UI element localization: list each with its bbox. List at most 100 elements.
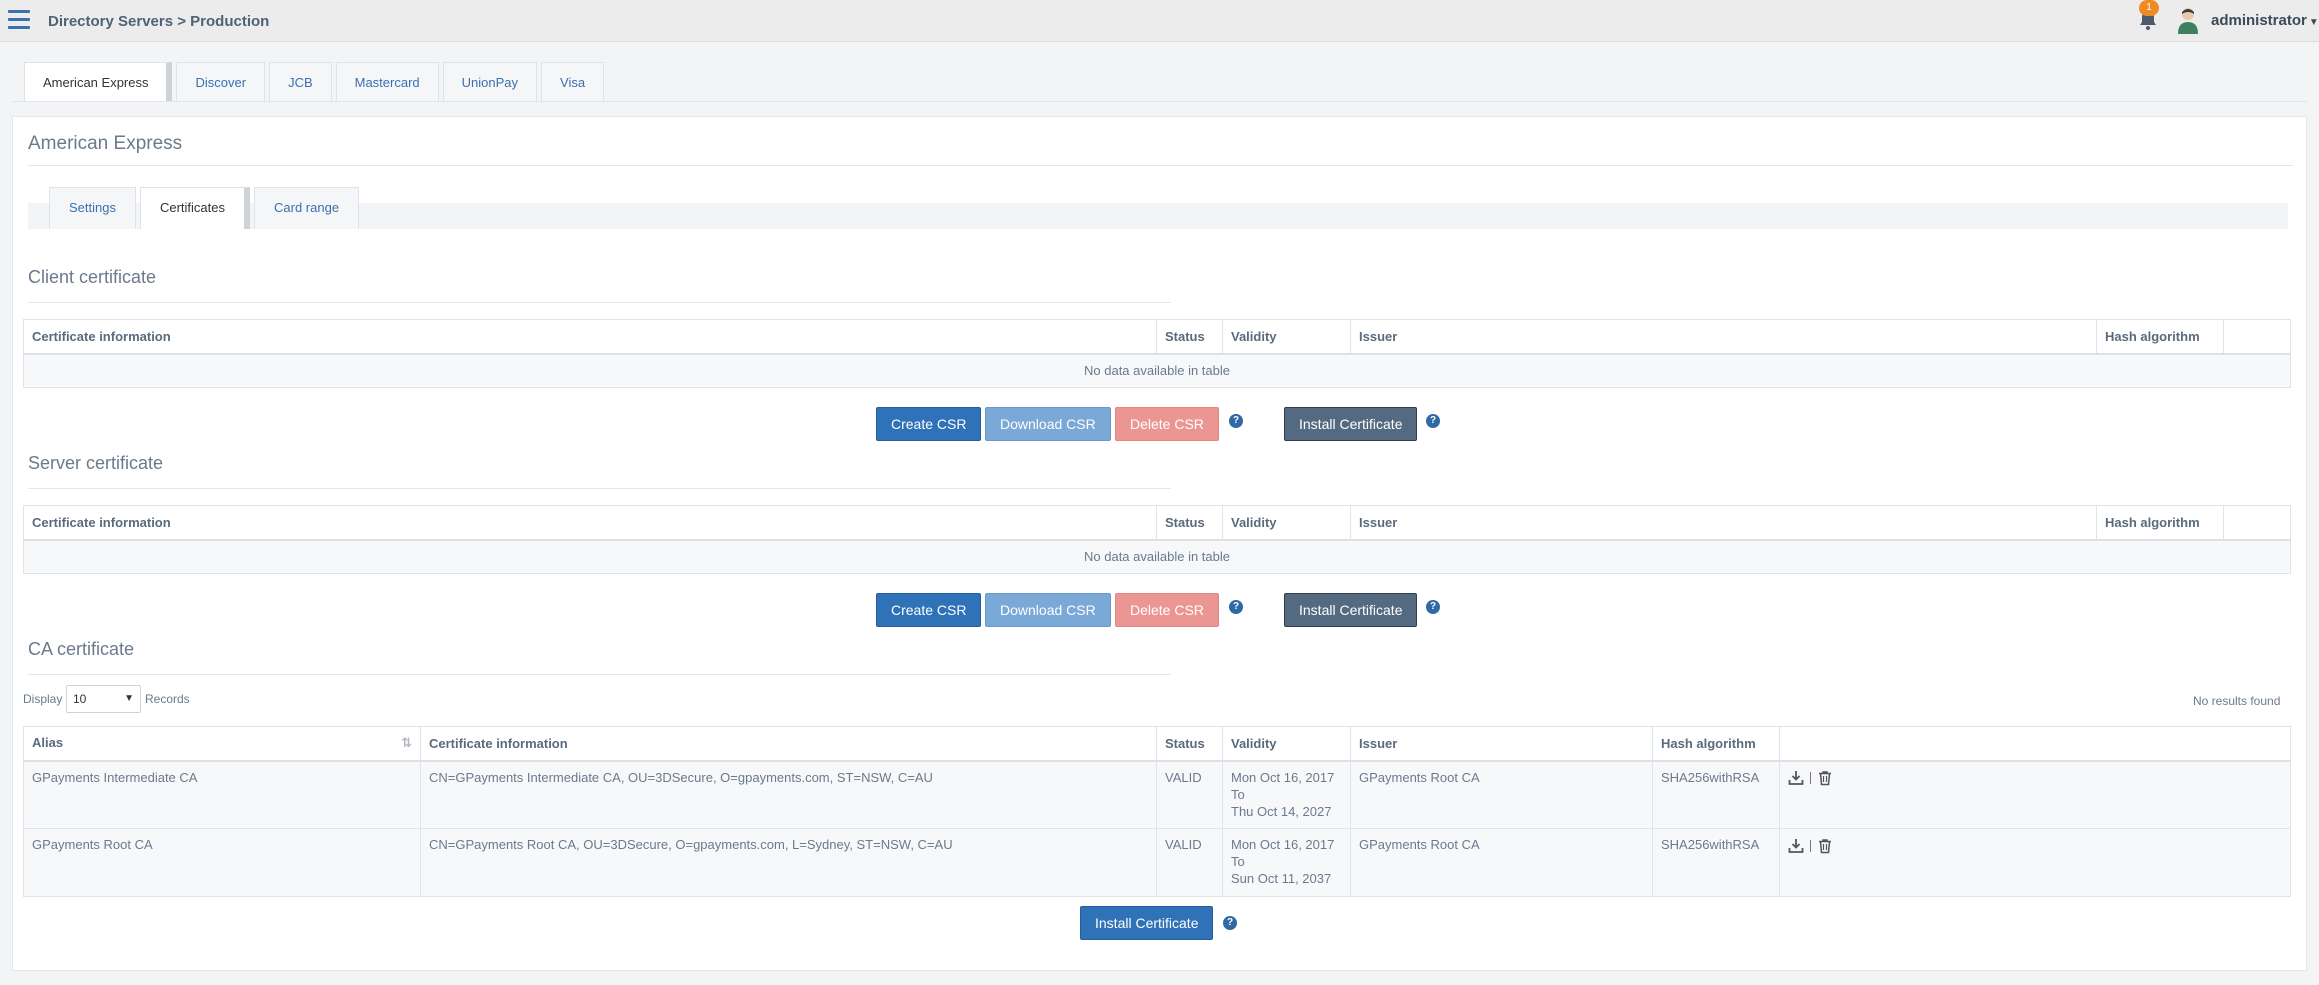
table-header-row: Alias ⇅ Certificate information Status Va… <box>23 726 2291 762</box>
user-avatar-icon[interactable] <box>2176 6 2200 34</box>
valid-to-label: To <box>1231 786 1245 802</box>
status-cell: VALID <box>1156 760 1223 829</box>
table-row: GPayments Root CA CN=GPayments Root CA, … <box>23 828 2291 897</box>
action-separator <box>1810 772 1811 785</box>
breadcrumb: Directory Servers > Production <box>48 13 270 30</box>
page-size-value: 10 <box>73 692 87 706</box>
valid-to: Sun Oct 11, 2037 <box>1231 871 1332 886</box>
issuer-cell: GPayments Root CA <box>1350 828 1653 897</box>
hamburger-icon[interactable] <box>8 10 30 30</box>
display-label: Display <box>23 692 63 706</box>
status-cell: VALID <box>1156 828 1223 897</box>
download-icon[interactable] <box>1788 770 1804 786</box>
trash-icon[interactable] <box>1817 838 1833 854</box>
tab-mastercard[interactable]: Mastercard <box>335 62 439 102</box>
download-csr-button[interactable]: Download CSR <box>985 593 1111 627</box>
validity-cell: Mon Oct 16, 2017 To Sun Oct 11, 2037 <box>1222 828 1351 897</box>
column-header[interactable]: Validity <box>1222 319 1351 355</box>
table-header-row: Certificate information Status Validity … <box>23 319 2291 355</box>
chevron-down-icon: ▼ <box>124 693 134 704</box>
certificate-info-cell: CN=GPayments Intermediate CA, OU=3DSecur… <box>420 760 1157 829</box>
column-header-alias[interactable]: Alias ⇅ <box>23 726 421 762</box>
column-header[interactable]: Validity <box>1222 505 1351 541</box>
action-separator <box>1810 839 1811 852</box>
sub-tabs: Settings Certificates Card range <box>49 187 363 229</box>
empty-table-message: No data available in table <box>23 353 2291 388</box>
scheme-tabs: American Express Discover JCB Mastercard… <box>24 62 608 102</box>
tab-settings[interactable]: Settings <box>49 187 136 229</box>
column-header-actions <box>2223 505 2291 541</box>
question-circle-icon[interactable]: ? <box>1229 600 1243 614</box>
valid-from: Mon Oct 16, 2017 <box>1231 837 1335 852</box>
column-header[interactable]: Certificate information <box>23 505 1157 541</box>
create-csr-button[interactable]: Create CSR <box>876 407 982 441</box>
client-certificate-title: Client certificate <box>28 267 157 287</box>
install-certificate-button[interactable]: Install Certificate <box>1284 593 1418 627</box>
client-certificate-table: Certificate information Status Validity … <box>23 319 2291 388</box>
tab-visa[interactable]: Visa <box>541 62 605 102</box>
tab-jcb[interactable]: JCB <box>269 62 332 102</box>
top-bar: Directory Servers > Production 1 adminis… <box>0 0 2319 42</box>
column-header[interactable]: Certificate information <box>23 319 1157 355</box>
column-header[interactable]: Status <box>1156 319 1223 355</box>
question-circle-icon[interactable]: ? <box>1426 414 1440 428</box>
notification-badge: 1 <box>2139 0 2159 16</box>
tab-unionpay[interactable]: UnionPay <box>442 62 538 102</box>
user-menu[interactable]: administrator ▼ <box>2211 12 2319 29</box>
alias-cell: GPayments Intermediate CA <box>23 760 421 829</box>
column-header[interactable]: Certificate information <box>420 726 1157 762</box>
panel-title: American Express <box>28 133 183 154</box>
download-csr-button[interactable]: Download CSR <box>985 407 1111 441</box>
actions-cell <box>1779 760 2291 829</box>
install-certificate-button[interactable]: Install Certificate <box>1284 407 1418 441</box>
column-header[interactable]: Hash algorithm <box>2096 505 2224 541</box>
ca-certificate-table: Alias ⇅ Certificate information Status Va… <box>23 726 2291 897</box>
chevron-down-icon: ▼ <box>2308 17 2319 28</box>
tab-card-range[interactable]: Card range <box>254 187 360 229</box>
column-header-actions <box>1779 726 2291 762</box>
valid-to-label: To <box>1231 854 1245 869</box>
alias-cell: GPayments Root CA <box>23 828 421 897</box>
delete-csr-button[interactable]: Delete CSR <box>1115 407 1219 441</box>
install-certificate-button[interactable]: Install Certificate <box>1080 906 1214 940</box>
download-icon[interactable] <box>1788 838 1804 854</box>
question-circle-icon[interactable]: ? <box>1426 600 1440 614</box>
column-header[interactable]: Issuer <box>1350 319 2097 355</box>
tab-discover[interactable]: Discover <box>176 62 266 102</box>
section-divider <box>28 674 1171 675</box>
actions-cell <box>1779 828 2291 897</box>
column-header[interactable]: Issuer <box>1350 726 1653 762</box>
section-divider <box>28 302 1171 303</box>
scheme-panel: American Express Settings Certificates C… <box>12 116 2307 971</box>
column-header[interactable]: Status <box>1156 505 1223 541</box>
column-header[interactable]: Validity <box>1222 726 1351 762</box>
column-header[interactable]: Status <box>1156 726 1223 762</box>
empty-table-message: No data available in table <box>23 539 2291 574</box>
server-certificate-table: Certificate information Status Validity … <box>23 505 2291 574</box>
tab-certificates[interactable]: Certificates <box>139 187 251 229</box>
table-row: No data available in table <box>23 539 2291 574</box>
column-header[interactable]: Hash algorithm <box>1652 726 1780 762</box>
validity-cell: Mon Oct 16, 2017 To Thu Oct 14, 2027 <box>1222 760 1351 829</box>
tab-american-express[interactable]: American Express <box>24 62 173 102</box>
page-size-select[interactable]: 10 ▼ <box>66 685 141 713</box>
create-csr-button[interactable]: Create CSR <box>876 593 982 627</box>
delete-csr-button[interactable]: Delete CSR <box>1115 593 1219 627</box>
column-header[interactable]: Issuer <box>1350 505 2097 541</box>
certificate-info-cell: CN=GPayments Root CA, OU=3DSecure, O=gpa… <box>420 828 1157 897</box>
server-certificate-title: Server certificate <box>28 453 164 473</box>
table-row: GPayments Intermediate CA CN=GPayments I… <box>23 760 2291 829</box>
column-header[interactable]: Hash algorithm <box>2096 319 2224 355</box>
question-circle-icon[interactable]: ? <box>1229 414 1243 428</box>
table-row: No data available in table <box>23 353 2291 388</box>
panel-divider <box>28 165 2293 166</box>
column-header-label: Alias <box>32 735 64 751</box>
question-circle-icon[interactable]: ? <box>1223 916 1237 930</box>
tabs-divider <box>12 101 2307 102</box>
sort-icon[interactable]: ⇅ <box>401 735 412 751</box>
ca-certificate-title: CA certificate <box>28 639 135 659</box>
records-label: Records <box>145 692 190 706</box>
trash-icon[interactable] <box>1817 770 1833 786</box>
valid-to: Thu Oct 14, 2027 <box>1231 803 1332 819</box>
table-header-row: Certificate information Status Validity … <box>23 505 2291 541</box>
